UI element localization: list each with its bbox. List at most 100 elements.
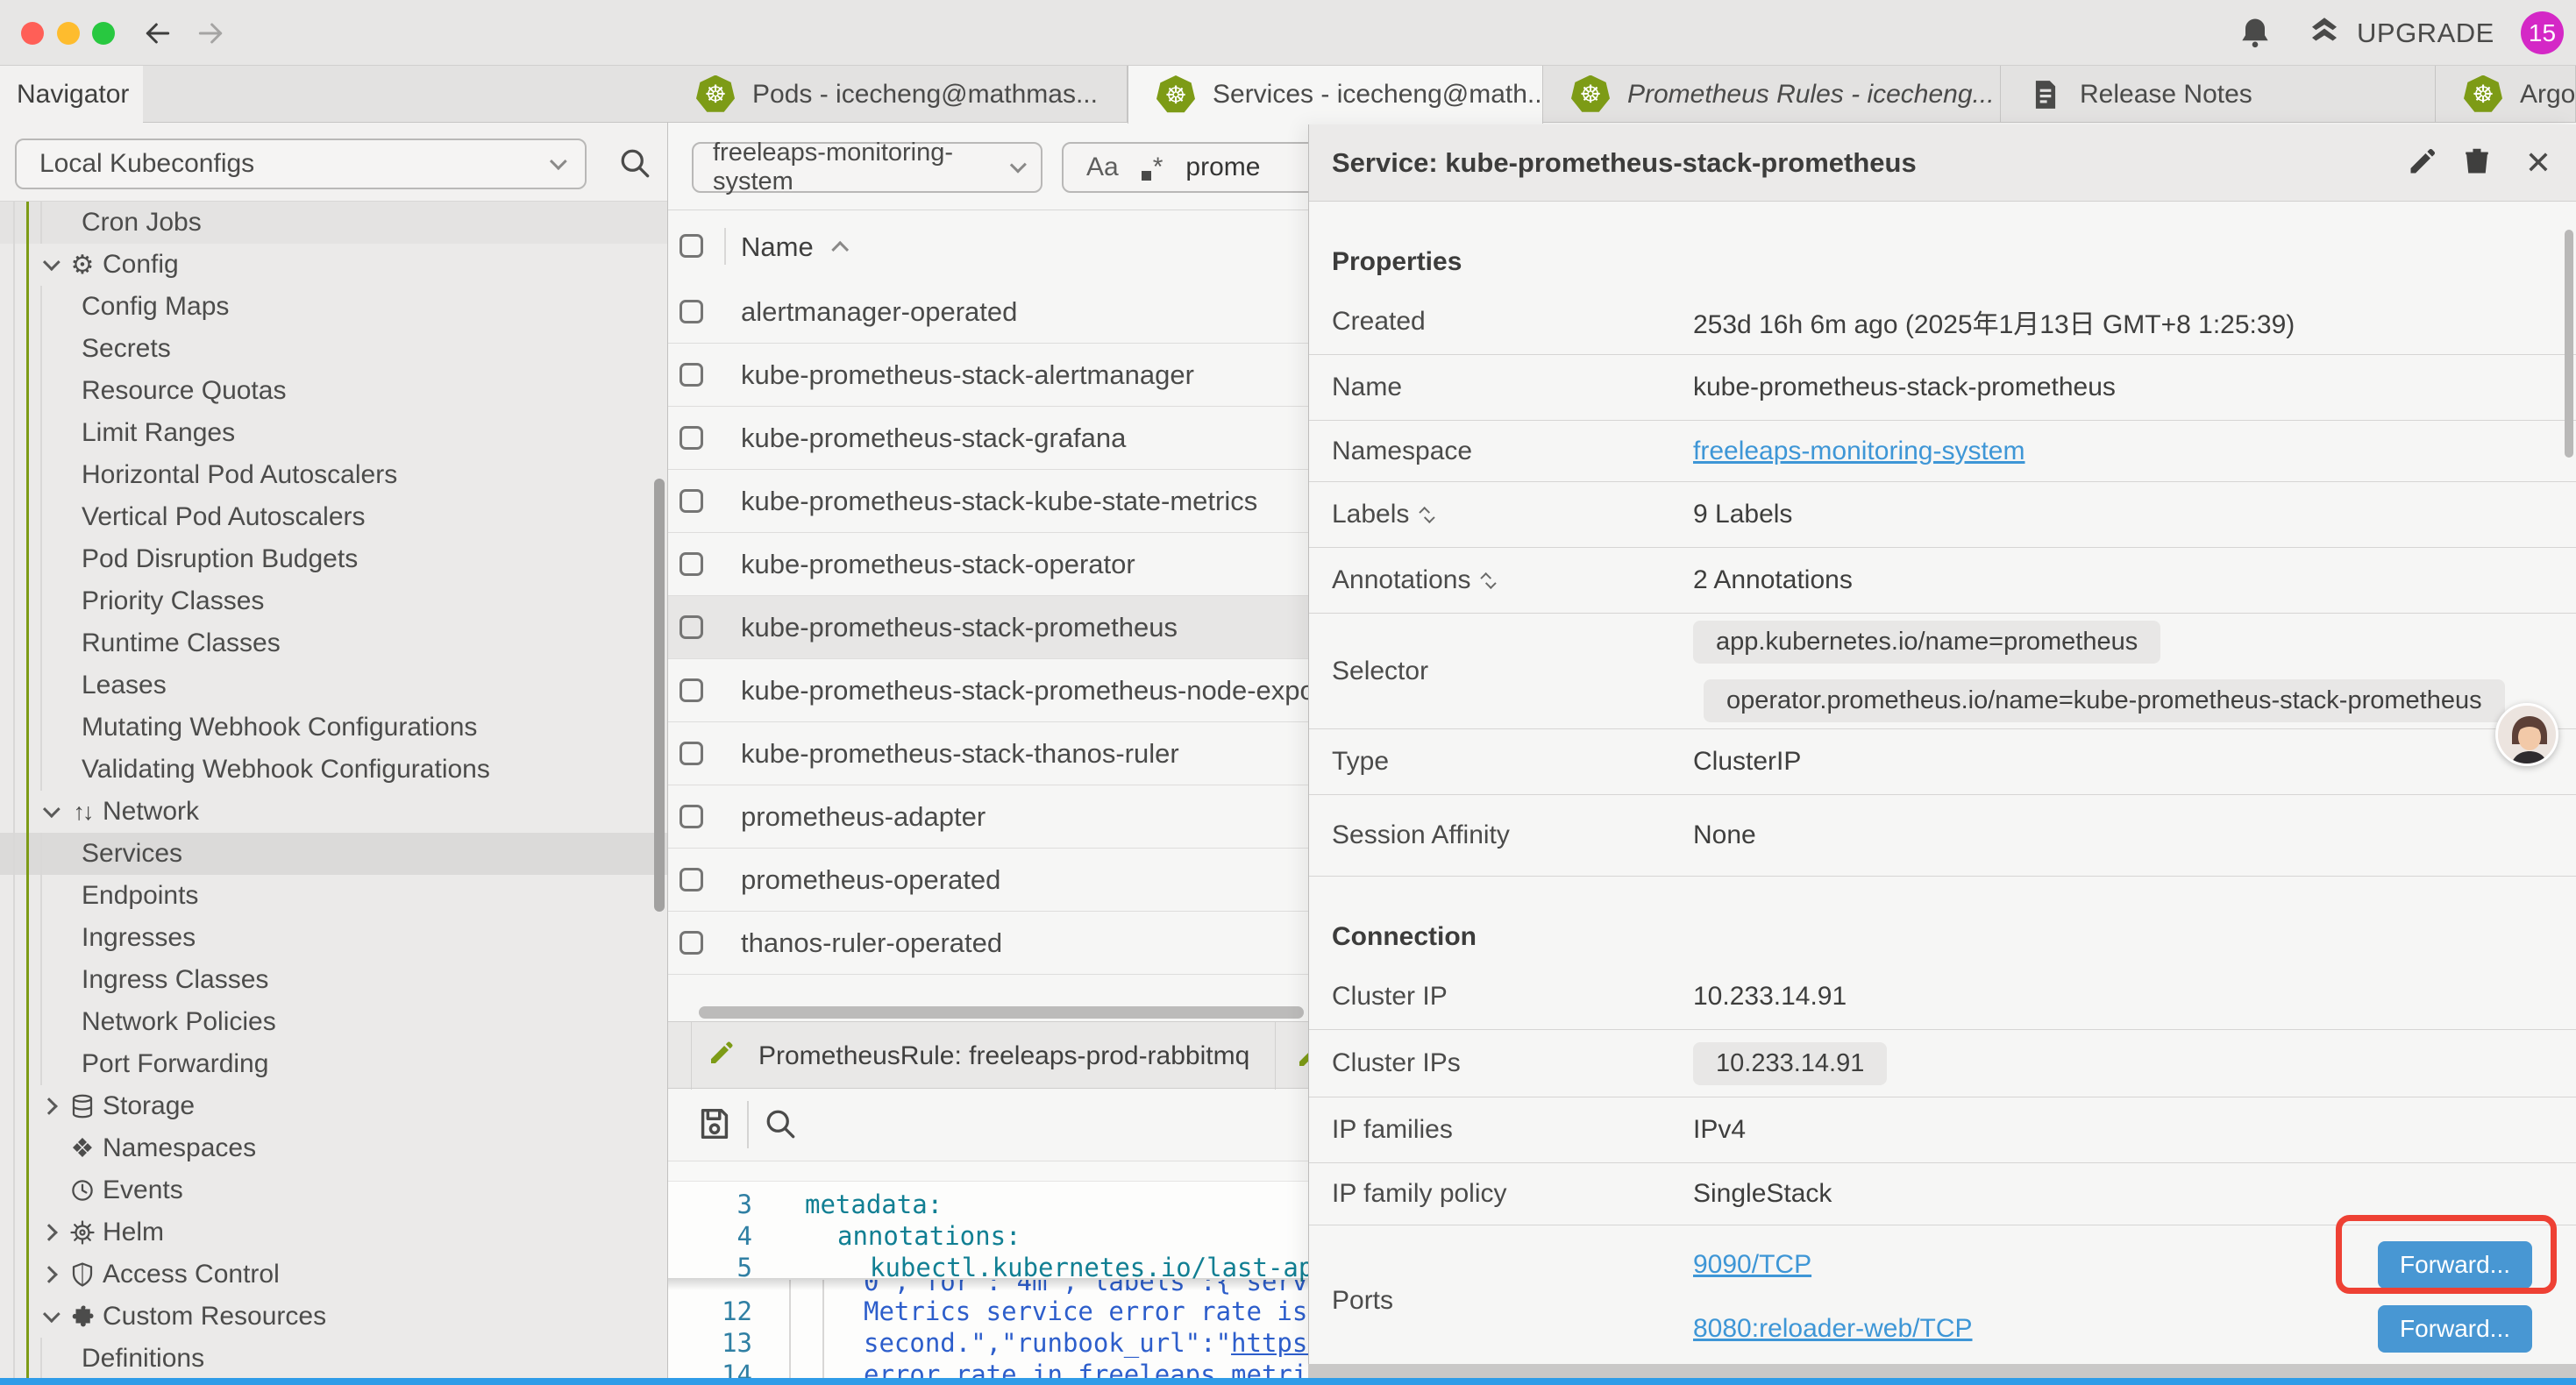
row-checkbox[interactable] <box>680 805 703 828</box>
drawer-scrollbar[interactable] <box>2565 230 2573 458</box>
expand-collapse-icon[interactable] <box>1484 572 1492 590</box>
sidebar-item-storage[interactable]: Storage <box>0 1085 667 1127</box>
indent-guide <box>40 328 42 370</box>
row-checkbox[interactable] <box>680 742 703 765</box>
code-indent-guide <box>789 1280 791 1385</box>
chevron-down-icon[interactable] <box>39 806 60 818</box>
sidebar-item-helm[interactable]: Helm <box>0 1211 667 1254</box>
kubeconfig-selector[interactable]: Local Kubeconfigs <box>15 138 587 189</box>
row-checkbox[interactable] <box>680 552 703 576</box>
sidebar-item-limit-ranges[interactable]: Limit Ranges <box>0 412 667 454</box>
notifications-bell-icon[interactable] <box>2236 14 2274 53</box>
tab-pods-icecheng-mathmas[interactable]: ☸Pods - icecheng@mathmas... <box>668 66 1128 123</box>
tab-prometheus-rules-icecheng[interactable]: ☸Prometheus Rules - icecheng... <box>1543 66 2001 123</box>
save-icon[interactable] <box>694 1104 735 1144</box>
avatar[interactable] <box>2495 703 2558 766</box>
sidebar-item-leases[interactable]: Leases <box>0 664 667 707</box>
sidebar-item-runtime-classes[interactable]: Runtime Classes <box>0 622 667 664</box>
back-arrow-icon[interactable] <box>139 14 177 53</box>
close-window-button[interactable] <box>21 22 44 45</box>
chevron-down-icon[interactable] <box>39 259 60 271</box>
resource-tree: Cron Jobs⚙ConfigConfig MapsSecretsResour… <box>0 202 667 1385</box>
sidebar-item-events[interactable]: Events <box>0 1169 667 1211</box>
sidebar-item-network-policies[interactable]: Network Policies <box>0 1001 667 1043</box>
indent-guide <box>40 875 42 917</box>
sidebar-item-custom-resources[interactable]: Custom Resources <box>0 1296 667 1338</box>
chevron-down-icon <box>1010 157 1027 174</box>
chevron-right-icon[interactable] <box>39 1226 60 1239</box>
tab-argo-se[interactable]: ☸Argo Se <box>2436 66 2576 123</box>
row-checkbox[interactable] <box>680 931 703 955</box>
sidebar-item-config[interactable]: ⚙Config <box>0 244 667 286</box>
select-all-checkbox[interactable] <box>680 234 703 258</box>
sidebar-item-services[interactable]: Services <box>0 833 667 875</box>
tab-label: Services - icecheng@math... <box>1213 80 1543 110</box>
match-case-toggle[interactable]: Aa <box>1086 153 1119 182</box>
table-horizontal-scrollbar[interactable] <box>699 1006 1304 1019</box>
drawer-horizontal-scrollbar[interactable] <box>1308 1364 2576 1378</box>
sidebar-search-icon[interactable] <box>616 144 656 184</box>
forward-button[interactable]: Forward... <box>2378 1305 2532 1353</box>
tab-services-icecheng-math[interactable]: ☸Services - icecheng@math...✕ <box>1128 66 1543 124</box>
sidebar-item-secrets[interactable]: Secrets <box>0 328 667 370</box>
row-checkbox[interactable] <box>680 678 703 702</box>
row-checkbox[interactable] <box>680 363 703 387</box>
sidebar-item-label: Mutating Webhook Configurations <box>0 713 477 742</box>
sidebar-scrollbar[interactable] <box>654 479 665 912</box>
sidebar-item-validating-webhook-configurations[interactable]: Validating Webhook Configurations <box>0 749 667 791</box>
forward-arrow-icon[interactable] <box>191 14 230 53</box>
sidebar-item-ingress-classes[interactable]: Ingress Classes <box>0 959 667 1001</box>
row-checkbox[interactable] <box>680 489 703 513</box>
row-checkbox[interactable] <box>680 426 703 450</box>
row-checkbox[interactable] <box>680 868 703 891</box>
code-indent-guide <box>822 1280 824 1385</box>
value-chip[interactable]: 10.233.14.91 <box>1693 1042 1887 1085</box>
zoom-window-button[interactable] <box>92 22 115 45</box>
expand-collapse-icon[interactable] <box>1423 506 1431 524</box>
sidebar-item-priority-classes[interactable]: Priority Classes <box>0 580 667 622</box>
sidebar-item-namespaces[interactable]: ❖Namespaces <box>0 1127 667 1169</box>
indent-guide <box>40 1043 42 1085</box>
sidebar-item-network[interactable]: ↑↓Network <box>0 791 667 833</box>
notification-count-badge[interactable]: 15 <box>2521 11 2564 54</box>
section-title: Properties <box>1309 202 2576 289</box>
sidebar-item-horizontal-pod-autoscalers[interactable]: Horizontal Pod Autoscalers <box>0 454 667 496</box>
sidebar-item-cron-jobs[interactable]: Cron Jobs <box>0 202 667 244</box>
sidebar-item-mutating-webhook-configurations[interactable]: Mutating Webhook Configurations <box>0 707 667 749</box>
chevron-right-icon[interactable] <box>39 1100 60 1112</box>
port-link[interactable]: 9090/TCP <box>1693 1250 1811 1280</box>
delete-trash-icon[interactable] <box>2461 146 2496 181</box>
drawer-title: Service: kube-prometheus-stack-prometheu… <box>1332 147 1917 179</box>
close-icon[interactable]: ✕ <box>2521 146 2556 181</box>
property-value: IPv4 <box>1693 1115 1746 1145</box>
tab-release-notes[interactable]: Release Notes <box>2001 66 2436 123</box>
sidebar-item-vertical-pod-autoscalers[interactable]: Vertical Pod Autoscalers <box>0 496 667 538</box>
window-bottom-accent <box>0 1378 2576 1385</box>
sidebar-item-resource-quotas[interactable]: Resource Quotas <box>0 370 667 412</box>
row-checkbox[interactable] <box>680 300 703 323</box>
property-value: None <box>1693 820 1756 850</box>
tab-navigator[interactable]: Navigator <box>0 66 143 124</box>
sidebar-item-ingresses[interactable]: Ingresses <box>0 917 667 959</box>
upgrade-button[interactable]: UPGRADE <box>2306 12 2494 54</box>
sidebar-item-pod-disruption-budgets[interactable]: Pod Disruption Budgets <box>0 538 667 580</box>
edit-pencil-icon[interactable] <box>2407 146 2442 181</box>
selector-chip[interactable]: app.kubernetes.io/name=prometheus <box>1693 621 2160 664</box>
sidebar-item-endpoints[interactable]: Endpoints <box>0 875 667 917</box>
sidebar-item-access-control[interactable]: Access Control <box>0 1254 667 1296</box>
editor-search-icon[interactable] <box>761 1104 800 1143</box>
sidebar-item-port-forwarding[interactable]: Port Forwarding <box>0 1043 667 1085</box>
sidebar-item-definitions[interactable]: Definitions <box>0 1338 667 1380</box>
port-link[interactable]: 8080:reloader-web/TCP <box>1693 1314 1973 1344</box>
row-checkbox[interactable] <box>680 615 703 639</box>
selector-chip[interactable]: operator.prometheus.io/name=kube-prometh… <box>1704 679 2505 722</box>
namespace-selector[interactable]: freeleaps-monitoring-system <box>692 142 1042 193</box>
minimize-window-button[interactable] <box>57 22 80 45</box>
chevron-right-icon[interactable] <box>39 1268 60 1281</box>
name-column-header[interactable]: Name <box>741 231 849 263</box>
chevron-down-icon[interactable] <box>39 1310 60 1323</box>
sidebar-item-config-maps[interactable]: Config Maps <box>0 286 667 328</box>
property-value[interactable]: freeleaps-monitoring-system <box>1693 437 2025 466</box>
bottom-panel-tab[interactable]: PrometheusRule: freeleaps-prod-rabbitmq <box>691 1022 1276 1090</box>
regex-toggle[interactable]: * <box>1142 153 1163 182</box>
